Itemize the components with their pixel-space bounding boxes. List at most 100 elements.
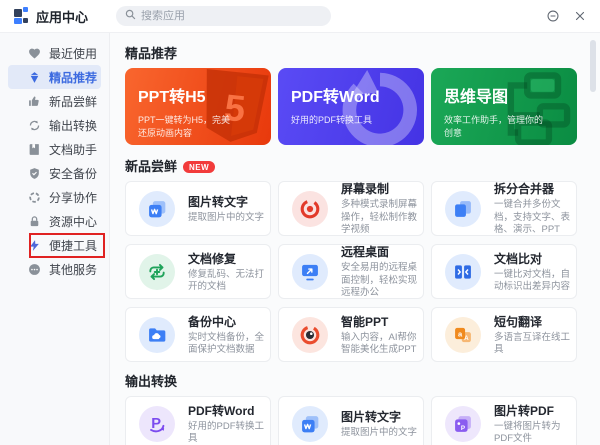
title-bar: 应用中心 bbox=[0, 0, 600, 33]
scrollbar-thumb[interactable] bbox=[590, 40, 596, 92]
section-title-output: 输出转换 bbox=[125, 374, 600, 390]
card-desc: 实时文档备份，全面保护文档数据 bbox=[188, 332, 264, 357]
image-to-pdf-icon: P bbox=[445, 406, 481, 442]
search-bar[interactable] bbox=[116, 6, 331, 26]
book-icon bbox=[28, 143, 41, 156]
sidebar-item-label: 分享协作 bbox=[49, 189, 97, 206]
search-input[interactable] bbox=[141, 10, 322, 22]
sidebar-item-label: 资源中心 bbox=[49, 213, 97, 230]
banner-pdf-to-word[interactable]: PDF转Word 好用的PDF转换工具 bbox=[278, 68, 424, 145]
circle-minus-icon[interactable] bbox=[546, 9, 560, 23]
app-card-phrase-translate[interactable]: aA 短句翻译 多语言互译在线工具 bbox=[431, 307, 577, 362]
sidebar-item-backup[interactable]: 安全备份 bbox=[8, 161, 101, 185]
app-card-image-to-text[interactable]: 图片转文字 提取图片中的文字 bbox=[278, 396, 424, 445]
lock-icon bbox=[28, 215, 41, 228]
card-title: 文档比对 bbox=[494, 250, 570, 267]
app-card-smart-ppt[interactable]: 智能PPT 输入内容，AI帮你智能美化生成PPT bbox=[278, 307, 424, 362]
shield-icon bbox=[28, 167, 41, 180]
app-center-window: 应用中心 最近使用 精品推荐 bbox=[0, 0, 600, 445]
output-card-grid: P PDF转Word 好用的PDF转换工具 图片转文字 提取图片中的文字 P bbox=[125, 396, 600, 445]
card-title: 图片转文字 bbox=[341, 408, 417, 425]
convert-icon bbox=[28, 119, 41, 132]
sidebar-item-other[interactable]: 其他服务 bbox=[8, 257, 101, 281]
fresh-card-grid: 图片转文字 提取图片中的文字 屏幕录制 多种模式录制屏幕操作，轻松制作教学视频 … bbox=[125, 181, 600, 362]
banner-title: PPT转H5 bbox=[138, 83, 259, 107]
card-title: PDF转Word bbox=[188, 402, 264, 419]
app-card-doc-compare[interactable]: 文档比对 一键比对文档，自动标识出差异内容 bbox=[431, 244, 577, 299]
section-title-fresh: 新品尝鲜 bbox=[125, 159, 177, 175]
sidebar-item-label: 便捷工具 bbox=[49, 237, 97, 254]
smart-ppt-icon bbox=[292, 317, 328, 353]
card-desc: 多种模式录制屏幕操作，轻松制作教学视频 bbox=[341, 199, 417, 237]
circular-arrow-art bbox=[338, 70, 422, 145]
close-icon[interactable] bbox=[574, 10, 586, 22]
card-desc: 安全易用的远程桌面控制，轻松实现远程办公 bbox=[341, 262, 417, 300]
banner-desc: 效率工作助手，管理你的创意 bbox=[444, 114, 544, 140]
svg-text:P: P bbox=[461, 424, 465, 431]
sidebar-item-label: 其他服务 bbox=[49, 261, 97, 278]
app-logo-icon bbox=[14, 9, 29, 24]
app-card-split-merge[interactable]: 拆分合并器 一键合并多份文档，支持文字、表格、演示、PPT bbox=[431, 181, 577, 236]
image-to-text-icon bbox=[292, 406, 328, 442]
sidebar-item-label: 最近使用 bbox=[49, 45, 97, 62]
app-title: 应用中心 bbox=[36, 7, 88, 26]
card-title: 智能PPT bbox=[341, 313, 417, 330]
card-desc: 多语言互译在线工具 bbox=[494, 332, 570, 357]
content-area: 精品推荐 5 PPT转H5 PPT一键转为H5，完美还原动画内容 PDF转Wor… bbox=[110, 33, 600, 445]
app-card-remote-desktop[interactable]: 远程桌面 安全易用的远程桌面控制，轻松实现远程办公 bbox=[278, 244, 424, 299]
sidebar-item-tools[interactable]: 便捷工具 bbox=[8, 233, 101, 257]
card-desc: 输入内容，AI帮你智能美化生成PPT bbox=[341, 332, 417, 357]
sidebar-item-resource[interactable]: 资源中心 bbox=[8, 209, 101, 233]
sidebar: 最近使用 精品推荐 新品尝鲜 输出转换 文档助手 安全备份 bbox=[0, 33, 110, 445]
sidebar-item-share[interactable]: 分享协作 bbox=[8, 185, 101, 209]
main-area: 最近使用 精品推荐 新品尝鲜 输出转换 文档助手 安全备份 bbox=[0, 33, 600, 445]
card-title: 图片转文字 bbox=[188, 193, 264, 210]
gem-icon bbox=[28, 71, 41, 84]
search-icon bbox=[125, 7, 136, 25]
split-merge-icon bbox=[445, 191, 481, 227]
sidebar-item-recent[interactable]: 最近使用 bbox=[8, 41, 101, 65]
sidebar-item-doc-helper[interactable]: 文档助手 bbox=[8, 137, 101, 161]
card-desc: 提取图片中的文字 bbox=[188, 212, 264, 225]
new-badge: NEW bbox=[183, 161, 215, 173]
sidebar-item-convert[interactable]: 输出转换 bbox=[8, 113, 101, 137]
sidebar-item-fresh[interactable]: 新品尝鲜 bbox=[8, 89, 101, 113]
banner-ppt-to-h5[interactable]: 5 PPT转H5 PPT一键转为H5，完美还原动画内容 bbox=[125, 68, 271, 145]
app-card-image-to-text[interactable]: 图片转文字 提取图片中的文字 bbox=[125, 181, 271, 236]
sidebar-item-label: 安全备份 bbox=[49, 165, 97, 182]
banner-desc: 好用的PDF转换工具 bbox=[291, 114, 391, 127]
sidebar-item-label: 精品推荐 bbox=[49, 69, 97, 86]
banner-mind-map[interactable]: 思维导图 效率工作助手，管理你的创意 bbox=[431, 68, 577, 145]
card-desc: 一键将图片转为PDF文件 bbox=[494, 421, 570, 445]
featured-banners: 5 PPT转H5 PPT一键转为H5，完美还原动画内容 PDF转Word 好用的… bbox=[125, 68, 600, 145]
banner-title: 思维导图 bbox=[444, 83, 565, 107]
sidebar-item-featured[interactable]: 精品推荐 bbox=[8, 65, 101, 89]
app-card-backup-center[interactable]: 备份中心 实时文档备份，全面保护文档数据 bbox=[125, 307, 271, 362]
banner-title: PDF转Word bbox=[291, 83, 412, 107]
card-title: 备份中心 bbox=[188, 313, 264, 330]
lightning-icon bbox=[28, 239, 41, 252]
card-title: 短句翻译 bbox=[494, 313, 570, 330]
app-card-doc-repair[interactable]: 文档修复 修复乱码、无法打开的文档 bbox=[125, 244, 271, 299]
image-to-text-icon bbox=[139, 191, 175, 227]
card-desc: 一键比对文档，自动标识出差异内容 bbox=[494, 269, 570, 294]
section-title-featured: 精品推荐 bbox=[125, 46, 600, 62]
card-title: 远程桌面 bbox=[341, 243, 417, 260]
app-card-pdf-to-word[interactable]: P PDF转Word 好用的PDF转换工具 bbox=[125, 396, 271, 445]
card-desc: 好用的PDF转换工具 bbox=[188, 421, 264, 445]
banner-desc: PPT一键转为H5，完美还原动画内容 bbox=[138, 114, 238, 140]
app-card-image-to-pdf[interactable]: P 图片转PDF 一键将图片转为PDF文件 bbox=[431, 396, 577, 445]
remote-desktop-icon bbox=[292, 254, 328, 290]
card-title: 屏幕录制 bbox=[341, 180, 417, 197]
sidebar-item-label: 文档助手 bbox=[49, 141, 97, 158]
card-title: 图片转PDF bbox=[494, 402, 570, 419]
card-title: 拆分合并器 bbox=[494, 180, 570, 197]
screen-record-icon bbox=[292, 191, 328, 227]
svg-text:A: A bbox=[464, 335, 469, 342]
card-title: 文档修复 bbox=[188, 250, 264, 267]
thumb-up-icon bbox=[28, 95, 41, 108]
share-ring-icon bbox=[28, 191, 41, 204]
backup-folder-icon bbox=[139, 317, 175, 353]
app-card-screen-record[interactable]: 屏幕录制 多种模式录制屏幕操作，轻松制作教学视频 bbox=[278, 181, 424, 236]
card-desc: 修复乱码、无法打开的文档 bbox=[188, 269, 264, 294]
